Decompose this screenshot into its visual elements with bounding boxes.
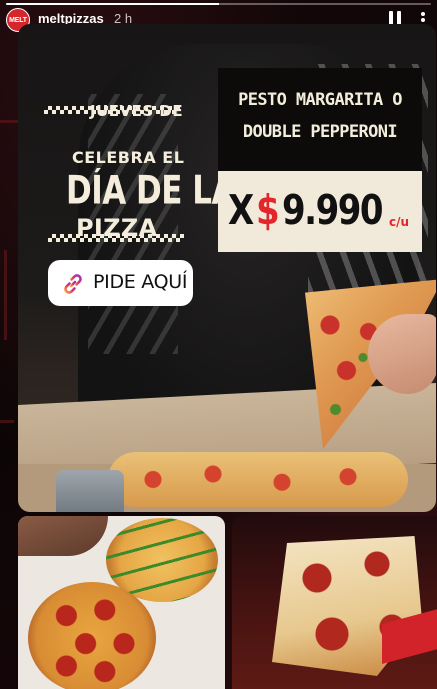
pepperoni-pizza-image	[28, 582, 156, 689]
arm-image	[18, 516, 108, 556]
shaker-jar-image	[56, 470, 124, 512]
link-sticker-label: PIDE AQUÍ	[93, 271, 188, 293]
background-decor	[4, 250, 7, 340]
promo-headline-2: DÍA DE LA	[66, 168, 236, 214]
background-decor	[0, 120, 18, 123]
checker-divider	[44, 106, 180, 114]
link-icon	[60, 271, 86, 295]
story-viewer[interactable]: MELT meltpizzas 2 h JUEVES DE CELEBRA EL…	[0, 0, 437, 689]
cheese-pull-image	[232, 516, 437, 689]
checker-divider	[48, 234, 184, 242]
price-box: X $ 9.990 c/u	[218, 171, 422, 252]
price-symbol: $	[256, 187, 280, 235]
products-line-1: PESTO MARGARITA O	[238, 90, 402, 110]
price-value: 9.990	[282, 187, 384, 235]
background-decor	[0, 420, 14, 423]
pizza-in-box-image	[108, 452, 408, 507]
pizzas-collage-image	[18, 516, 225, 689]
price-prefix: X	[228, 187, 255, 235]
price-panel: PESTO MARGARITA O DOUBLE PEPPERONI X $ 9…	[218, 68, 422, 252]
link-sticker-button[interactable]: PIDE AQUÍ	[48, 260, 193, 306]
price-unit: c/u	[389, 215, 410, 229]
promo-headline-1: CELEBRA EL	[72, 148, 185, 167]
products-line-2: DOUBLE PEPPERONI	[242, 122, 398, 142]
